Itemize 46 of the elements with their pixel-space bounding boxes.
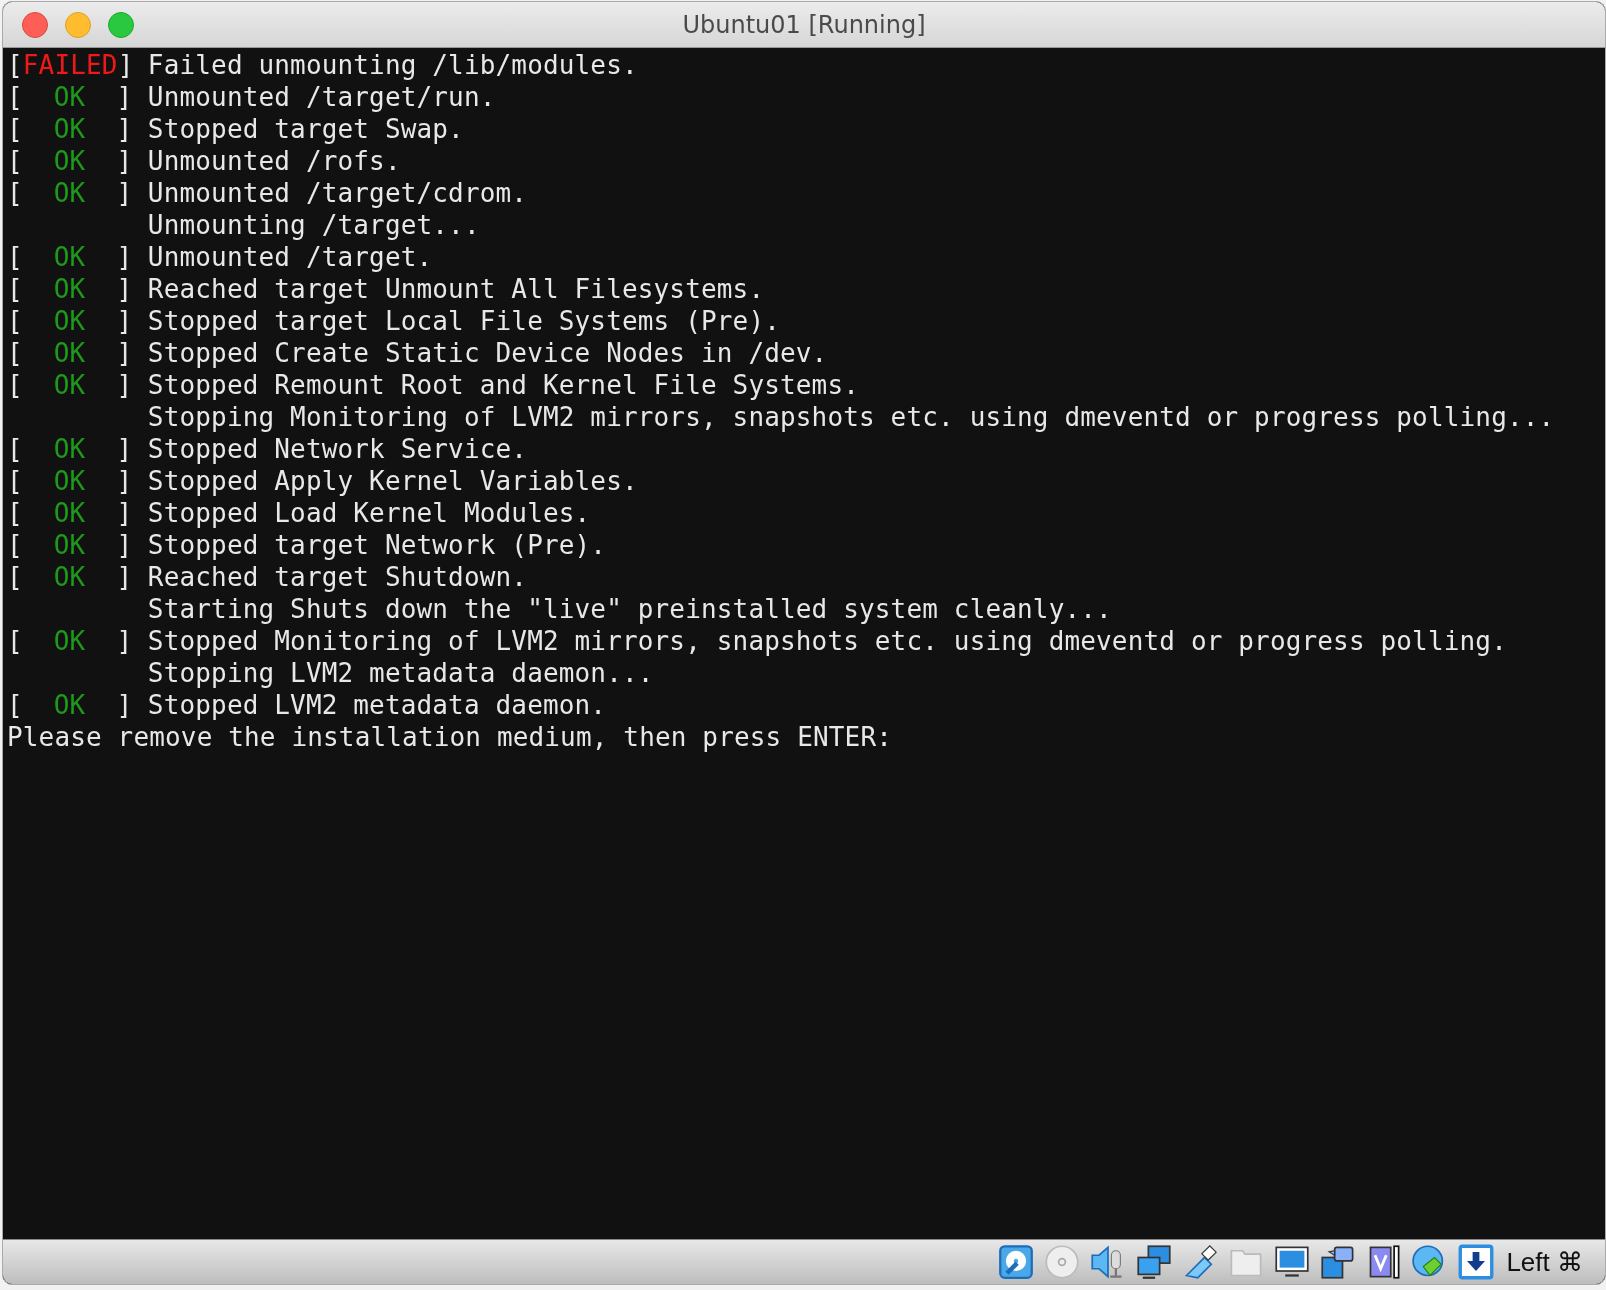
log-message: Stopped Monitoring of LVM2 mirrors, snapshots etc. using dmeventd or progress polling. <box>147 625 1507 657</box>
status-tag: [ OK ] <box>7 113 133 145</box>
log-message: Unmounted /target. <box>147 241 433 273</box>
status-tag: [ OK ] <box>7 305 133 337</box>
log-message: Unmounted /target/cdrom. <box>147 177 528 209</box>
network-icon[interactable] <box>1136 1244 1173 1280</box>
log-message: Unmounted /rofs. <box>147 145 401 177</box>
usb-icon[interactable] <box>1182 1244 1219 1280</box>
log-message: Stopping LVM2 metadata daemon... <box>147 657 654 689</box>
display-icon[interactable] <box>1274 1244 1311 1280</box>
status-tag: [ OK ] <box>7 625 133 657</box>
status-tag: [ OK ] <box>7 145 133 177</box>
log-message: Stopped Load Kernel Modules. <box>147 497 591 529</box>
status-tag: [ OK ] <box>7 337 133 369</box>
log-message: Unmounted /target/run. <box>147 81 496 113</box>
log-message: Stopped LVM2 metadata daemon. <box>147 689 607 721</box>
log-message: Stopped Remount Root and Kernel File Systems. <box>147 369 859 401</box>
status-tag: [ OK ] <box>7 81 133 113</box>
log-message: Stopped target Swap. <box>147 113 464 145</box>
log-message: Unmounting /target... <box>147 209 480 241</box>
status-tag: [ OK ] <box>7 689 133 721</box>
status-tag: [ OK ] <box>7 433 133 465</box>
status-tag: [ OK ] <box>7 561 133 593</box>
log-message: Stopped Create Static Device Nodes in /dev. <box>147 337 828 369</box>
download-icon[interactable] <box>1458 1244 1495 1280</box>
status-tag: [ OK ] <box>7 497 133 529</box>
status-tag: [ OK ] <box>7 465 133 497</box>
log-message: Reached target Unmount All Filesystems. <box>147 273 765 305</box>
log-message: Stopping Monitoring of LVM2 mirrors, snapshots etc. using dmeventd or progress polling... <box>147 401 1555 433</box>
status-tag: [ OK ] <box>7 273 133 305</box>
log-message: Stopped Network Service. <box>147 433 528 465</box>
close-button[interactable] <box>22 11 48 38</box>
status-tag: [FAILED] <box>7 49 133 81</box>
log-message: Failed unmounting /lib/modules. <box>147 49 638 81</box>
status-tag: [ OK ] <box>7 529 133 561</box>
status-tag: [ OK ] <box>7 177 133 209</box>
host-key-label: Left ⌘ <box>1506 1246 1583 1278</box>
log-message: Stopped target Local File Systems (Pre). <box>147 305 780 337</box>
window-title: Ubuntu01 [Running] <box>682 11 926 39</box>
status-tag: [ OK ] <box>7 241 133 273</box>
log-message: Starting Shuts down the "live" preinstalled system cleanly... <box>147 593 1112 625</box>
log-message: Reached target Shutdown. <box>147 561 528 593</box>
status-tag: [ OK ] <box>7 369 133 401</box>
console-prompt: Please remove the installation medium, then press ENTER: <box>7 721 893 753</box>
log-message: Stopped Apply Kernel Variables. <box>147 465 638 497</box>
log-message: Stopped target Network (Pre). <box>147 529 607 561</box>
